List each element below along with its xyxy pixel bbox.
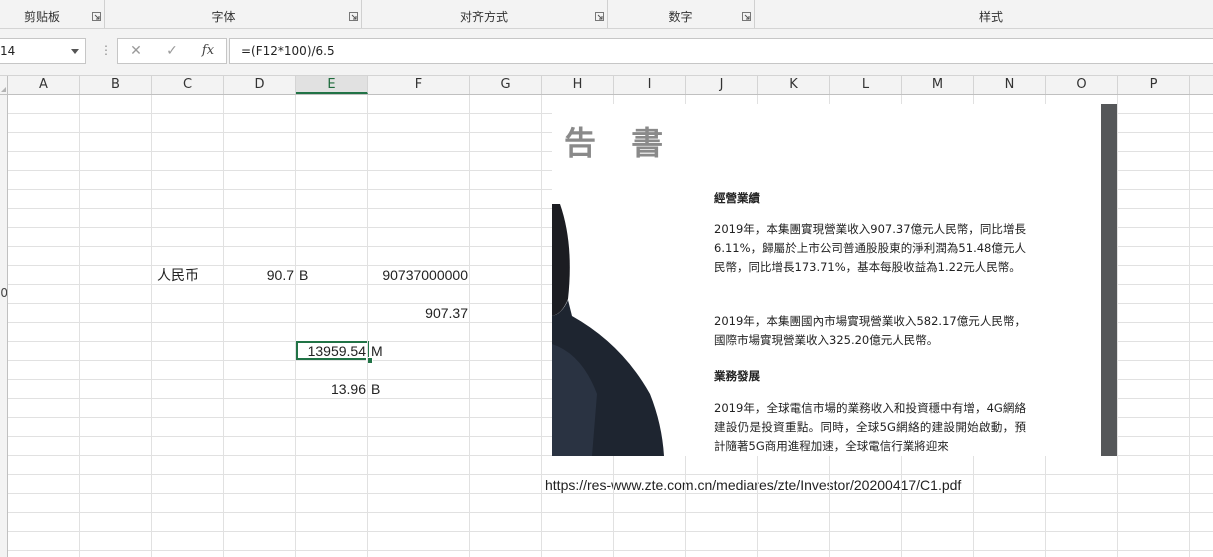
ribbon-group-bar: 剪贴板 字体 对齐方式 数字 样式 <box>0 0 1213 29</box>
grid-line <box>79 95 80 557</box>
formula-bar: 14 ⋮ ✕ ✓ fx =(F12*100)/6.5 <box>0 29 1213 76</box>
column-header-d[interactable]: D <box>224 76 296 94</box>
row-header[interactable] <box>0 550 7 557</box>
column-header-c[interactable]: C <box>152 76 224 94</box>
grid-line <box>223 95 224 557</box>
ribbon-group-label: 对齐方式 <box>459 10 508 24</box>
more-options-icon[interactable]: ⋮ <box>100 43 112 57</box>
formula-buttons: ✕ ✓ fx <box>117 38 227 64</box>
row-header[interactable]: 0 <box>0 284 7 303</box>
executive-photo <box>552 204 664 456</box>
row-header[interactable] <box>0 360 7 379</box>
formula-input[interactable]: =(F12*100)/6.5 <box>229 38 1213 64</box>
cancel-icon[interactable]: ✕ <box>124 42 148 60</box>
name-box-value: 14 <box>0 44 16 58</box>
column-header-h[interactable]: H <box>542 76 614 94</box>
cell-url-text[interactable]: https://res-www.zte.com.cn/mediares/zte/… <box>545 477 961 493</box>
cell-e-unit[interactable]: B <box>299 266 308 285</box>
embedded-report-image[interactable]: 告 書 經營業績 2019年，本集團實現營業收入907.37億元人民幣，同比增長… <box>552 104 1117 456</box>
section-heading-results: 經營業績 <box>714 191 760 205</box>
row-header[interactable] <box>0 436 7 455</box>
column-header-n[interactable]: N <box>974 76 1046 94</box>
cell-e-billions[interactable]: 13.96 <box>297 380 366 399</box>
grid-line <box>367 95 368 557</box>
row-headers: 0 <box>0 95 8 557</box>
formula-text: =(F12*100)/6.5 <box>241 44 335 58</box>
dialog-launcher-icon[interactable] <box>742 12 751 21</box>
row-header[interactable] <box>0 493 7 512</box>
row-header[interactable] <box>0 341 7 360</box>
grid-line <box>1117 95 1118 557</box>
column-header-o[interactable]: O <box>1046 76 1118 94</box>
column-header-a[interactable]: A <box>8 76 80 94</box>
row-header[interactable] <box>0 417 7 436</box>
grid-line <box>541 95 542 557</box>
column-header-k[interactable]: K <box>758 76 830 94</box>
row-header[interactable] <box>0 379 7 398</box>
row-header[interactable] <box>0 246 7 265</box>
column-header-m[interactable]: M <box>902 76 974 94</box>
row-header[interactable] <box>0 474 7 493</box>
row-header[interactable] <box>0 208 7 227</box>
column-headers: ABCDEFGHIJKLMNOP <box>0 76 1213 95</box>
row-header[interactable] <box>0 113 7 132</box>
row-header[interactable] <box>0 151 7 170</box>
column-header-f[interactable]: F <box>368 76 470 94</box>
enter-icon[interactable]: ✓ <box>160 42 184 60</box>
chevron-down-icon[interactable] <box>71 49 79 54</box>
column-header-p[interactable]: P <box>1118 76 1190 94</box>
name-box[interactable]: 14 <box>0 38 86 64</box>
column-header-i[interactable]: I <box>614 76 686 94</box>
cell-d-value[interactable]: 90.7 <box>225 266 294 285</box>
column-header-j[interactable]: J <box>686 76 758 94</box>
column-header-e[interactable]: E <box>296 76 368 94</box>
grid-line <box>295 95 296 557</box>
paragraph-business: 2019年，全球電信市場的業務收入和投資穩中有增，4G網絡建設仍是投資重點。同時… <box>714 401 1026 453</box>
paragraph-results: 2019年，本集團實現營業收入907.37億元人民幣，同比增長6.11%，歸屬於… <box>714 222 1026 274</box>
ribbon-group-label: 数字 <box>668 10 693 24</box>
grid-line <box>469 95 470 557</box>
row-header[interactable] <box>0 265 7 284</box>
cell-f-full-value[interactable]: 90737000000 <box>369 266 468 285</box>
cell-c-currency[interactable]: 人民币 <box>157 266 199 285</box>
cell-f-short-value[interactable]: 907.37 <box>369 304 468 323</box>
column-header-g[interactable]: G <box>470 76 542 94</box>
ribbon-group-number: 数字 <box>607 0 755 28</box>
row-header[interactable] <box>0 322 7 341</box>
dialog-launcher-icon[interactable] <box>595 12 604 21</box>
row-header[interactable] <box>0 132 7 151</box>
row-header[interactable] <box>0 170 7 189</box>
row-header[interactable] <box>0 512 7 531</box>
report-title: 告 書 <box>564 124 676 162</box>
image-scrollbar <box>1101 104 1117 456</box>
row-header[interactable] <box>0 95 7 113</box>
section-heading-business: 業務發展 <box>714 369 760 383</box>
column-header-b[interactable]: B <box>80 76 152 94</box>
grid-line <box>1189 95 1190 557</box>
dialog-launcher-icon[interactable] <box>349 12 358 21</box>
row-header[interactable] <box>0 398 7 417</box>
cell-f-unit-b[interactable]: B <box>371 380 380 399</box>
active-cell-border <box>296 341 369 360</box>
grid-line <box>151 95 152 557</box>
select-all-corner[interactable] <box>0 76 8 94</box>
row-header[interactable] <box>0 531 7 550</box>
insert-function-icon[interactable]: fx <box>196 42 220 60</box>
ribbon-group-label: 字体 <box>211 10 236 24</box>
row-header[interactable] <box>0 303 7 322</box>
row-header[interactable] <box>0 455 7 474</box>
row-header[interactable] <box>0 227 7 246</box>
ribbon-group-label: 样式 <box>979 10 1004 24</box>
ribbon-group-styles: 样式 <box>754 0 1213 28</box>
ribbon-group-alignment: 对齐方式 <box>361 0 608 28</box>
ribbon-group-font: 字体 <box>104 0 362 28</box>
row-header[interactable] <box>0 189 7 208</box>
paragraph-markets: 2019年，本集團國內市場實現營業收入582.17億元人民幣，國際市場實現營業收… <box>714 314 1026 347</box>
column-header-l[interactable]: L <box>830 76 902 94</box>
